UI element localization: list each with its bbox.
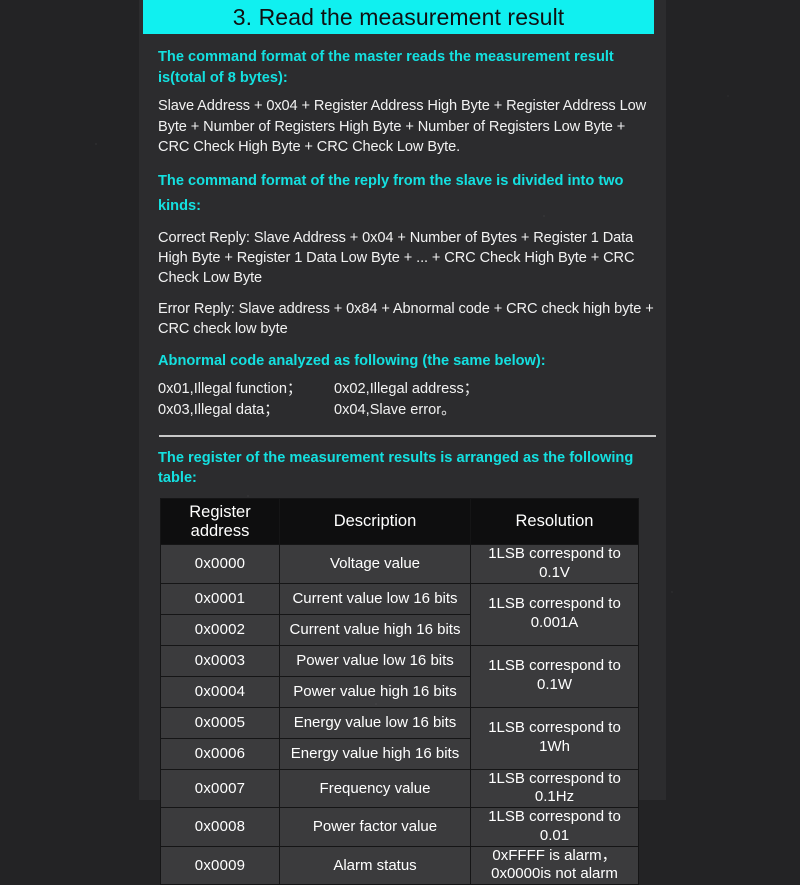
abnormal-code-0x03: 0x03,Illegal data； [158,401,279,418]
column-header-register-address: Register address [161,499,279,545]
cell-register-address: 0x0003 [161,645,279,676]
abnormal-code-0x01: 0x01,Illegal function； [158,381,302,398]
cell-description: Frequency value [280,769,470,808]
abnormal-code-0x04: 0x04,Slave error。 [334,401,456,418]
cell-description: Power value low 16 bits [280,645,470,676]
master-command-paragraph: Slave Address + 0x04 + Register Address … [158,98,647,155]
reply-format-heading: The command format of the reply from the… [158,172,624,215]
table-row: 0x0001 Current value low 16 bits 1LSB co… [161,583,638,645]
cell-description: Energy value low 16 bits [280,707,470,738]
table-row: 0x0007 Frequency value 1LSB correspond t… [161,769,638,808]
cell-description: Power factor value [280,808,470,846]
register-table: Register address Description Resolution … [160,498,639,885]
cell-register-address: 0x0000 [161,545,279,583]
cell-description: Voltage value [280,545,470,583]
cell-description: Energy value high 16 bits [280,738,470,769]
cell-register-address: 0x0006 [161,738,279,769]
document-content: The command format of the master reads t… [139,34,666,885]
column-header-resolution: Resolution [471,499,638,545]
table-header-row: Register address Description Resolution [161,499,638,545]
cell-resolution-merged-current: 1LSB correspond to 0.001A [471,583,638,645]
cell-description: Power value high 16 bits [280,676,470,707]
cell-description: Current value low 16 bits [280,583,470,614]
column-header-description: Description [280,499,470,545]
abnormal-code-row: 0x01,Illegal function； 0x02,Illegal addr… [158,379,654,400]
table-row: 0x0008 Power factor value 1LSB correspon… [161,808,638,846]
cell-register-address: 0x0004 [161,676,279,707]
alarm-resolution-line-1: 0xFFFF is alarm， [492,846,617,864]
table-row: 0x0009 Alarm status 0xFFFF is alarm， 0x0… [161,846,638,885]
correct-reply-paragraph: Correct Reply: Slave Address + 0x04 + Nu… [158,229,635,287]
cell-register-address: 0x0009 [161,846,279,885]
cell-resolution: 1LSB correspond to 0.1Hz [471,769,638,808]
cell-resolution: 1LSB correspond to 0.1V [471,545,638,583]
cell-register-address: 0x0008 [161,808,279,846]
abnormal-code-0x02: 0x02,Illegal address； [334,381,479,398]
command-format-heading: The command format of the master reads t… [158,49,614,86]
cell-register-address: 0x0007 [161,769,279,808]
cell-resolution-alarm: 0xFFFF is alarm， 0x0000is not alarm [471,846,638,885]
cell-description: Alarm status [280,846,470,885]
cell-resolution-merged-power: 1LSB correspond to 0.1W [471,645,638,707]
cell-register-address: 0x0005 [161,707,279,738]
abnormal-code-list: 0x01,Illegal function； 0x02,Illegal addr… [158,379,654,420]
cell-register-address: 0x0002 [161,614,279,645]
section-banner: 3. Read the measurement result [143,0,654,34]
cell-resolution-merged-energy: 1LSB correspond to 1Wh [471,707,638,769]
cell-resolution: 1LSB correspond to 0.01 [471,808,638,846]
error-reply-paragraph: Error Reply: Slave address + 0x84 + Abno… [158,301,654,338]
register-table-heading: The register of the measurement results … [158,449,634,487]
table-row: 0x0005 Energy value low 16 bits 1LSB cor… [161,707,638,769]
command-format-section: The command format of the master reads t… [139,34,666,421]
table-row: 0x0000 Voltage value 1LSB correspond to … [161,545,638,583]
register-table-section: The register of the measurement results … [139,437,666,885]
alarm-resolution-line-2: 0x0000is not alarm [491,865,618,883]
cell-register-address: 0x0001 [161,583,279,614]
abnormal-code-heading: Abnormal code analyzed as following (the… [158,352,546,369]
page-title: 3. Read the measurement result [232,3,565,30]
cell-description: Current value high 16 bits [280,614,470,645]
table-row: 0x0003 Power value low 16 bits 1LSB corr… [161,645,638,707]
abnormal-code-row: 0x03,Illegal data； 0x04,Slave error。 [158,400,654,421]
